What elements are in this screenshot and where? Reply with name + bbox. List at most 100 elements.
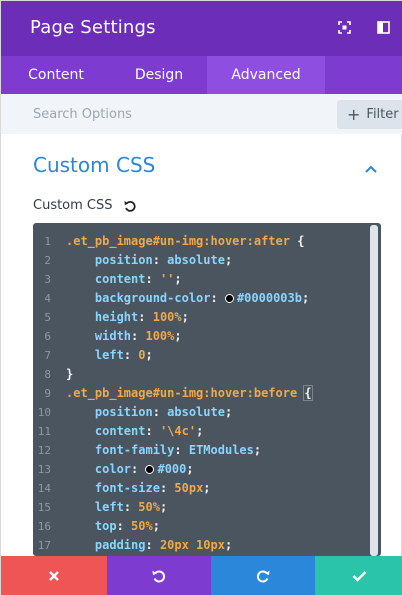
code-text: left: 0; — [66, 346, 153, 365]
code-text: background-color: #0000003b; — [66, 289, 309, 308]
code-line: 9 .et_pb_image#un-img:hover:before { — [33, 384, 373, 403]
code-token: ETModules — [188, 443, 254, 457]
section-title[interactable]: Custom CSS — [33, 153, 155, 177]
css-code-editor[interactable]: 1 .et_pb_image#un-img:hover:after {2 posi… — [33, 223, 381, 556]
line-number: 9 — [44, 387, 51, 400]
line-number: 16 — [37, 520, 51, 533]
code-token: 50% — [138, 500, 160, 514]
code-token: 0 — [138, 348, 146, 362]
save-button[interactable] — [315, 556, 402, 595]
cancel-button[interactable] — [1, 556, 107, 595]
code-text: width: 100%; — [66, 327, 182, 346]
code-token: ; — [224, 405, 233, 419]
code-token: ; — [152, 519, 160, 533]
code-line: 1 .et_pb_image#un-img:hover:after { — [33, 232, 373, 251]
redo-button[interactable] — [211, 556, 315, 595]
tab-design[interactable]: Design — [111, 56, 207, 94]
code-token: ; — [181, 310, 189, 324]
redo-icon — [257, 570, 270, 583]
code-token: ; — [174, 272, 182, 286]
search-placeholder: Search Options — [33, 107, 132, 122]
undo-button[interactable] — [107, 556, 211, 595]
line-number: 6 — [44, 330, 51, 343]
code-line: 12 font-family: ETModules; — [33, 441, 373, 460]
tab-advanced[interactable]: Advanced — [207, 56, 325, 94]
color-swatch-icon — [224, 294, 234, 303]
reset-icon[interactable] — [123, 198, 137, 212]
code-token: ; — [253, 443, 262, 457]
code-token: { — [303, 385, 313, 401]
code-token: content — [94, 272, 146, 286]
settings-tabs: Content Design Advanced — [1, 56, 402, 94]
code-token: #000 — [157, 462, 187, 476]
code-token: : — [138, 310, 153, 324]
filter-button[interactable]: + Filter — [337, 100, 402, 129]
code-token: 100% — [152, 310, 182, 324]
line-number: 17 — [37, 539, 51, 552]
line-number: 3 — [44, 273, 51, 286]
chevron-up-icon[interactable] — [364, 159, 378, 173]
sidebar-toggle-icon[interactable] — [375, 19, 391, 35]
check-icon — [352, 571, 366, 582]
code-line: 3 content: ''; — [33, 270, 373, 289]
tab-content[interactable]: Content — [1, 56, 111, 94]
code-text: left: 50%; — [66, 498, 167, 517]
code-token: #0000003b — [236, 291, 302, 305]
code-text: .et_pb_image#un-img:hover:after { — [66, 232, 304, 251]
code-token: 50px — [174, 481, 204, 495]
code-token: width — [94, 329, 132, 343]
code-token: ; — [301, 291, 310, 305]
line-number: 4 — [44, 292, 51, 305]
custom-css-label: Custom CSS — [33, 198, 113, 213]
code-token: ; — [174, 329, 182, 343]
line-number: 10 — [37, 406, 51, 419]
code-text: color: #000; — [66, 460, 194, 479]
line-number: 11 — [37, 425, 51, 438]
editor-scrollbar[interactable] — [370, 225, 378, 556]
code-line: 8} — [33, 365, 373, 384]
code-token: height — [94, 310, 139, 324]
code-token: : — [116, 519, 132, 533]
code-token: '\4c' — [159, 424, 197, 438]
code-text: font-size: 50px; — [66, 479, 211, 498]
line-number: 8 — [44, 368, 51, 381]
code-line: 14 font-size: 50px; — [33, 479, 373, 498]
code-token: : — [145, 538, 160, 552]
code-token: position — [94, 405, 153, 419]
color-swatch-icon — [145, 465, 155, 474]
code-token: color — [94, 462, 132, 476]
panel-title: Page Settings — [30, 17, 156, 38]
code-token: ; — [224, 538, 233, 552]
code-token: ; — [196, 424, 204, 438]
code-token: : — [159, 481, 175, 495]
code-token: : — [131, 462, 146, 476]
code-token: ; — [224, 253, 233, 267]
code-text: top: 50%; — [66, 517, 160, 536]
code-text: height: 100%; — [66, 308, 189, 327]
code-token: : — [152, 405, 168, 419]
code-line: 16 top: 50%; — [33, 517, 373, 536]
line-number: 15 — [37, 501, 51, 514]
line-number: 2 — [44, 254, 51, 267]
code-text: content: ''; — [66, 270, 182, 289]
line-number: 5 — [44, 311, 51, 324]
code-token: font-family — [94, 443, 175, 457]
code-token: ; — [186, 462, 194, 476]
code-line: 2 position: absolute; — [33, 251, 373, 270]
expand-icon[interactable] — [336, 19, 352, 35]
code-line: 15 left: 50%; — [33, 498, 373, 517]
code-line: 5 height: 100%; — [33, 308, 373, 327]
code-token: position — [94, 253, 153, 267]
code-line: 10 position: absolute; — [33, 403, 373, 422]
